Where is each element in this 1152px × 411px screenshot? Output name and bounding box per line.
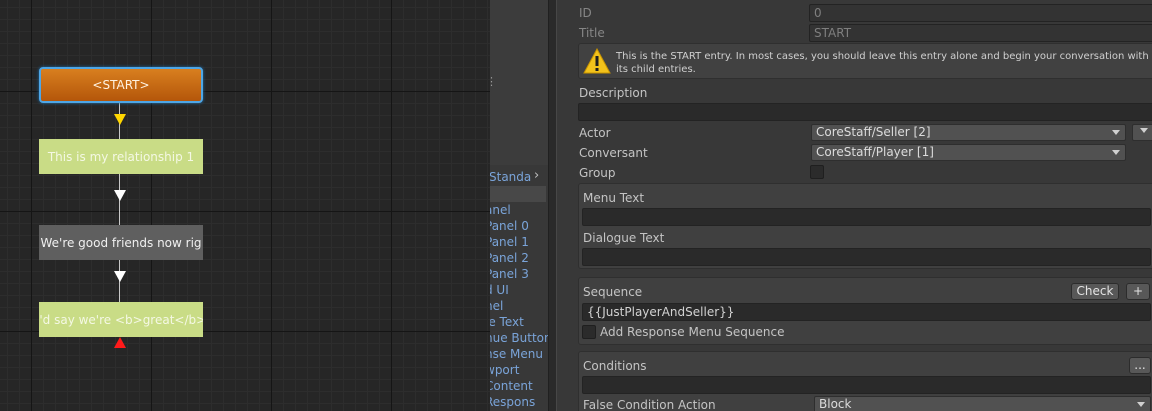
chevron-down-icon bbox=[1112, 130, 1120, 135]
panel-splitter[interactable] bbox=[548, 0, 557, 411]
false-condition-dropdown[interactable]: Block bbox=[814, 396, 1151, 411]
actor-dropdown[interactable]: CoreStaff/Seller [2] bbox=[811, 124, 1126, 141]
red-arrow-icon bbox=[114, 337, 126, 348]
dialogue-node[interactable]: This is my relationship 1 bbox=[39, 139, 203, 174]
hierarchy-item[interactable]: Content bbox=[490, 378, 548, 394]
dialogue-node[interactable]: We're good friends now rig bbox=[39, 225, 203, 260]
hierarchy-selected-row[interactable] bbox=[490, 186, 546, 202]
start-node[interactable]: <START> bbox=[39, 67, 203, 103]
yellow-arrow-icon bbox=[114, 114, 126, 125]
description-label: Description bbox=[579, 86, 648, 100]
dialogue-graph-canvas[interactable]: <START> This is my relationship 1 We're … bbox=[0, 0, 490, 411]
conditions-field[interactable] bbox=[582, 376, 1151, 394]
sequence-label: Sequence bbox=[583, 285, 643, 299]
check-button[interactable]: Check bbox=[1071, 283, 1119, 300]
add-response-checkbox[interactable] bbox=[582, 325, 596, 339]
hierarchy-item[interactable]: nue Button bbox=[490, 330, 548, 346]
sequence-field[interactable]: {{JustPlayerAndSeller}} bbox=[582, 303, 1151, 321]
actor-value: CoreStaff/Seller [2] bbox=[816, 125, 931, 139]
drag-handle-icon[interactable]: ⋮ bbox=[490, 75, 497, 88]
actor-label: Actor bbox=[579, 126, 611, 140]
chevron-down-icon bbox=[1137, 402, 1145, 407]
hierarchy-breadcrumb[interactable]: Standa bbox=[490, 170, 531, 184]
hierarchy-item[interactable]: d UI bbox=[490, 282, 548, 298]
chevron-down-icon bbox=[1112, 150, 1120, 155]
start-entry-warning: This is the START entry. In most cases, … bbox=[578, 43, 1152, 79]
conditions-label: Conditions bbox=[583, 359, 647, 373]
hierarchy-item[interactable]: nse Menu bbox=[490, 346, 548, 362]
title-field: START bbox=[809, 24, 1152, 42]
inspector-panel: ID 0 Title START This is the START entry… bbox=[557, 0, 1152, 411]
conversant-dropdown[interactable]: CoreStaff/Player [1] bbox=[811, 144, 1126, 161]
false-condition-label: False Condition Action bbox=[583, 398, 716, 411]
hierarchy-item[interactable]: le Text bbox=[490, 314, 548, 330]
chevron-right-icon[interactable]: › bbox=[534, 168, 539, 183]
dialogue-text-field[interactable] bbox=[582, 248, 1151, 266]
hierarchy-item[interactable]: Panel 2 bbox=[490, 250, 548, 266]
id-label: ID bbox=[579, 6, 592, 20]
hierarchy-item[interactable]: nel bbox=[490, 298, 548, 314]
dialogue-node[interactable]: I'd say we're <b>great</b> bbox=[39, 302, 203, 337]
hierarchy-item[interactable]: Respons bbox=[490, 394, 548, 410]
description-field[interactable] bbox=[578, 103, 1152, 121]
menu-text-field[interactable] bbox=[582, 208, 1151, 226]
hierarchy-item[interactable]: wport bbox=[490, 362, 548, 378]
white-arrow-icon bbox=[114, 271, 126, 282]
hierarchy-panel: ⋮ Standa › anel Panel 0 Panel 1 Panel 2 … bbox=[490, 0, 548, 411]
white-arrow-icon bbox=[114, 190, 126, 201]
hierarchy-list: anel Panel 0 Panel 1 Panel 2 Panel 3 d U… bbox=[490, 202, 548, 410]
hierarchy-item[interactable]: anel bbox=[490, 202, 548, 218]
false-condition-value: Block bbox=[819, 397, 852, 411]
group-label: Group bbox=[579, 166, 616, 180]
group-checkbox[interactable] bbox=[810, 165, 824, 179]
menu-text-label: Menu Text bbox=[583, 191, 645, 205]
conditions-menu-button[interactable]: ... bbox=[1129, 357, 1151, 374]
add-sequence-button[interactable]: + bbox=[1126, 283, 1150, 300]
add-response-label: Add Response Menu Sequence bbox=[600, 325, 785, 339]
conversant-value: CoreStaff/Player [1] bbox=[816, 145, 934, 159]
dialogue-text-label: Dialogue Text bbox=[583, 231, 665, 245]
conversant-label: Conversant bbox=[579, 146, 648, 160]
warning-triangle-icon bbox=[583, 48, 611, 74]
warning-text: This is the START entry. In most cases, … bbox=[616, 51, 1149, 75]
hierarchy-top-area bbox=[490, 0, 548, 165]
actor-options-dropdown[interactable] bbox=[1132, 124, 1152, 141]
hierarchy-item[interactable]: Panel 3 bbox=[490, 266, 548, 282]
hierarchy-item[interactable]: Panel 0 bbox=[490, 218, 548, 234]
title-label: Title bbox=[579, 26, 605, 40]
id-field: 0 bbox=[809, 4, 1152, 22]
chevron-down-icon bbox=[1140, 128, 1148, 133]
hierarchy-item[interactable]: Panel 1 bbox=[490, 234, 548, 250]
